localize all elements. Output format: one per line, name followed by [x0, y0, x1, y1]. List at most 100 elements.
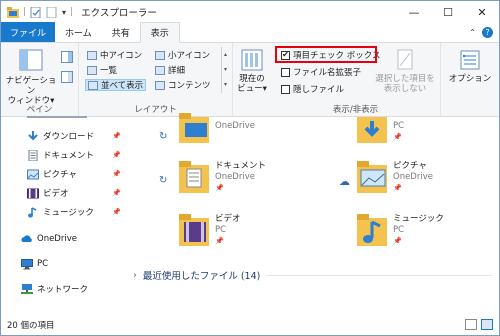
layout-group: 中アイコン 小アイコン 一覧 詳細 並べて表示 コンテンツ ▴ ▾ ▾ レイアウ…	[79, 43, 233, 117]
tiles-icon	[88, 80, 98, 90]
details-pane-icon[interactable]	[61, 71, 73, 86]
nav-item-label: ネットワーク	[37, 285, 89, 295]
layout-small-icons[interactable]: 小アイコン	[155, 49, 210, 61]
nav-item-label: OneDrive	[37, 234, 77, 244]
details-view-icon[interactable]	[465, 319, 477, 330]
layout-content[interactable]: コンテンツ	[155, 79, 211, 91]
quick-access-toolbar: | ▾ |	[1, 6, 74, 18]
layout-item-label: 一覧	[100, 66, 118, 76]
nav-item-music[interactable]: ミュージック 📌	[1, 203, 127, 221]
chevron-up-icon[interactable]: ⌃	[469, 28, 476, 37]
layout-item-label: 並べて表示	[101, 81, 144, 91]
folder-tile[interactable]: OneDrive	[177, 113, 255, 149]
nav-item-pictures[interactable]: ピクチャ 📌	[1, 165, 127, 183]
file-extensions-label: ファイル名拡張子	[293, 68, 362, 78]
file-extensions-toggle[interactable]: ファイル名拡張子	[281, 66, 361, 78]
small-icons-icon	[155, 50, 165, 60]
tile-location: OneDrive	[393, 172, 433, 182]
checkbox-unchecked-icon[interactable]	[281, 84, 290, 94]
nav-item-network[interactable]: ネットワーク	[1, 280, 127, 298]
details-icon	[155, 65, 165, 75]
tile-location: PC	[393, 225, 405, 235]
nav-item-label: ドキュメント	[43, 151, 95, 161]
sync-icon: ↻	[159, 175, 168, 186]
layout-list[interactable]: 一覧	[87, 64, 117, 76]
pin-icon[interactable]: 📌	[393, 132, 404, 143]
nav-item-pc[interactable]: PC	[1, 255, 127, 273]
maximize-button[interactable]: ☐	[431, 1, 465, 23]
new-folder-icon[interactable]	[46, 6, 58, 18]
folder-tile-music[interactable]: ミュージック PC 📌	[355, 212, 444, 248]
nav-item-videos[interactable]: ビデオ 📌	[1, 184, 127, 202]
file-view: ↻ OneDrive PC 📌 ↻ ドキュメント OneDrive 📌 ☁ ピク…	[127, 113, 499, 315]
status-bar: 20 個の項目	[1, 315, 499, 335]
tab-home[interactable]: ホーム	[55, 22, 102, 42]
qa-dropdown-icon[interactable]: ▾	[62, 8, 66, 17]
preview-pane-icon[interactable]	[61, 51, 73, 66]
recent-files-header[interactable]: › 最近使用したファイル (14)	[133, 268, 260, 283]
hidden-items-toggle[interactable]: 隠しファイル	[281, 83, 344, 95]
pane-group: ナビゲーション ウィンドウ▾ ペイン	[1, 43, 79, 117]
minimize-button[interactable]: —	[397, 1, 431, 23]
pin-icon[interactable]: 📌	[112, 208, 121, 216]
computer-icon	[21, 258, 33, 270]
nav-item-label: PC	[37, 259, 49, 269]
nav-item-label: ダウンロード	[43, 132, 95, 142]
layout-item-label: 中アイコン	[100, 51, 143, 61]
tile-name: ミュージック	[393, 214, 444, 224]
tab-file[interactable]: ファイル	[1, 22, 56, 42]
large-icons-view-icon[interactable]	[481, 319, 493, 330]
nav-item-onedrive[interactable]: OneDrive	[1, 230, 127, 248]
navigation-pane-icon	[19, 49, 43, 71]
pin-icon[interactable]: 📌	[393, 236, 444, 247]
folder-app-icon	[7, 6, 19, 18]
ribbon-tabs: ファイル ホーム 共有 表示 ⌃ ?	[1, 22, 499, 43]
folder-tile-documents[interactable]: ドキュメント OneDrive 📌	[177, 159, 266, 195]
navigation-pane-button[interactable]: ナビゲーション ウィンドウ▾	[5, 49, 57, 106]
pin-icon[interactable]: 📌	[112, 151, 121, 159]
nav-item-label: ビデオ	[43, 189, 69, 199]
item-count: 20 個の項目	[7, 321, 55, 331]
layout-scroll[interactable]: ▴ ▾ ▾	[221, 47, 229, 93]
download-icon	[27, 130, 39, 142]
layout-details[interactable]: 詳細	[155, 64, 185, 76]
folder-tile-pictures[interactable]: ピクチャ OneDrive 📌	[355, 159, 433, 195]
pictures-folder-icon	[355, 159, 389, 195]
pin-icon[interactable]: 📌	[112, 132, 121, 140]
layout-tiles[interactable]: 並べて表示	[85, 79, 147, 91]
current-view-label-1: 現在の	[239, 74, 265, 84]
layout-medium-icons[interactable]: 中アイコン	[87, 49, 142, 61]
tab-share[interactable]: 共有	[102, 22, 140, 42]
content-icon	[155, 80, 165, 90]
separator-icon: |	[70, 7, 74, 17]
pin-icon[interactable]: 📌	[215, 236, 241, 247]
tab-view[interactable]: 表示	[139, 22, 180, 43]
separator-icon: |	[23, 7, 27, 17]
list-icon	[87, 65, 97, 75]
pin-icon[interactable]: 📌	[112, 189, 121, 197]
tile-name: ビデオ	[215, 214, 241, 224]
nav-item-documents[interactable]: ドキュメント 📌	[1, 146, 127, 164]
explorer-window: | ▾ | エクスプローラー — ☐ ✕ ファイル ホーム 共有 表示 ⌃ ?	[0, 0, 500, 336]
hidden-items-label: 隠しファイル	[293, 85, 345, 95]
checkbox-unchecked-icon[interactable]	[281, 67, 290, 77]
pin-icon[interactable]: 📌	[215, 183, 266, 194]
documents-folder-icon	[177, 159, 211, 195]
nav-item-downloads[interactable]: ダウンロード 📌	[1, 127, 127, 145]
hide-selected-label-1: 選択した項目を	[375, 74, 435, 84]
chevron-right-icon[interactable]: ›	[133, 270, 137, 281]
help-icon[interactable]: ?	[482, 27, 493, 38]
options-button[interactable]: オプション	[445, 49, 495, 84]
properties-icon[interactable]	[30, 6, 42, 18]
folder-tile[interactable]: PC 📌	[355, 113, 404, 149]
folder-tile-videos[interactable]: ビデオ PC 📌	[177, 212, 241, 248]
highlight-box	[275, 46, 377, 63]
music-icon	[27, 206, 39, 218]
pin-icon[interactable]: 📌	[393, 183, 433, 194]
layout-item-label: コンテンツ	[168, 81, 211, 91]
hide-selected-button[interactable]: 選択した項目を 表示しない	[371, 49, 439, 94]
pin-icon[interactable]: 📌	[112, 170, 121, 178]
current-view-button[interactable]: 現在の ビュー▾	[235, 49, 269, 94]
close-button[interactable]: ✕	[465, 1, 499, 23]
folder-icon	[177, 113, 211, 149]
